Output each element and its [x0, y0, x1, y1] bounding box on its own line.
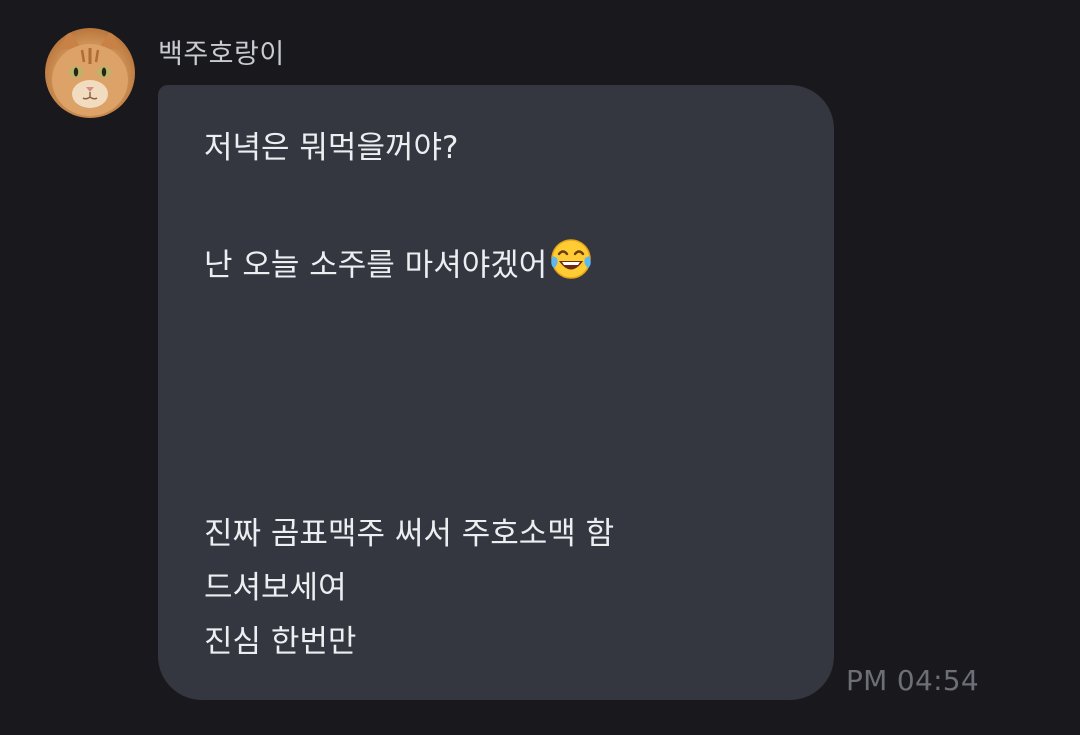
- message-timestamp: PM 04:54: [846, 664, 980, 697]
- tears-of-joy-emoji-icon: [549, 238, 593, 288]
- message-line-with-emoji: 난 오늘 소주를 마셔야겠어: [204, 239, 593, 292]
- message-line: 난 오늘 소주를 마셔야겠어: [204, 247, 548, 284]
- sender-avatar[interactable]: [45, 28, 135, 118]
- message-line: 진심 한번만: [204, 624, 357, 660]
- message-line: 드셔보세여: [204, 570, 347, 606]
- message-bubble[interactable]: 저녁은 뭐먹을꺼야? 난 오늘 소주를 마셔야겠어 진짜 곰표맥주 써서 주호소…: [158, 85, 834, 700]
- sender-name: 백주호랑이: [158, 39, 285, 70]
- chat-screen: 백주호랑이 저녁은 뭐먹을꺼야? 난 오늘 소주를 마셔야겠어 진짜 곰표맥주 …: [0, 0, 1080, 735]
- cat-face-icon: [52, 30, 128, 116]
- message-line: 진짜 곰표맥주 써서 주호소맥 함: [204, 516, 615, 552]
- message-line: 저녁은 뭐먹을꺼야?: [204, 130, 459, 166]
